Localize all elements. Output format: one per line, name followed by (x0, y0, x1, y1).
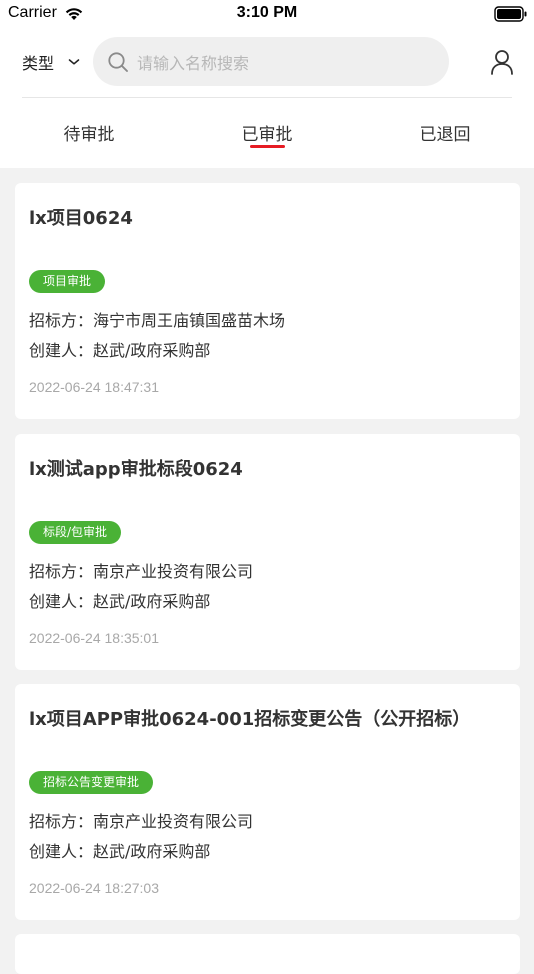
user-icon[interactable] (490, 49, 514, 75)
creator-row: 创建人：赵武/政府采购部 (29, 838, 210, 862)
approval-card-partial[interactable] (15, 934, 520, 974)
type-filter-dropdown[interactable]: 类型 (22, 50, 80, 74)
tenderer-row: 招标方：南京产业投资有限公司 (29, 808, 253, 832)
status-time: 3:10 PM (236, 4, 298, 21)
tenderer-label: 招标方： (29, 562, 94, 581)
tab-pending[interactable]: 待审批 (40, 120, 138, 148)
creator-value: 赵武/政府采购部 (93, 842, 211, 861)
search-input[interactable]: 请输入名称搜索 (93, 37, 449, 86)
creator-label: 创建人： (29, 341, 94, 360)
creator-value: 赵武/政府采购部 (93, 341, 211, 360)
card-title: lx项目0624 (29, 208, 133, 229)
tenderer-label: 招标方： (29, 311, 94, 330)
creator-label: 创建人： (29, 592, 94, 611)
tab-approved[interactable]: 已审批 (218, 120, 316, 148)
type-filter-label: 类型 (22, 54, 55, 73)
header-area: Carrier 3:10 PM 类型 请输入名称搜索 待审批 已审批 已退回 (0, 0, 534, 168)
tenderer-value: 南京产业投资有限公司 (93, 812, 254, 831)
creator-value: 赵武/政府采购部 (93, 592, 211, 611)
creator-row: 创建人：赵武/政府采购部 (29, 337, 210, 361)
approval-card[interactable]: lx项目0624 项目审批 招标方：海宁市周王庙镇国盛苗木场 创建人：赵武/政府… (15, 183, 520, 419)
tenderer-row: 招标方：南京产业投资有限公司 (29, 558, 253, 582)
search-icon (108, 51, 128, 72)
card-timestamp: 2022-06-24 18:47:31 (29, 379, 159, 395)
card-timestamp: 2022-06-24 18:35:01 (29, 630, 159, 646)
header-divider (22, 97, 512, 98)
status-badge: 项目审批 (29, 270, 106, 293)
approval-card[interactable]: lx项目APP审批0624-001招标变更公告（公开招标） 招标公告变更审批 招… (15, 684, 520, 920)
tenderer-row: 招标方：海宁市周王庙镇国盛苗木场 (29, 307, 285, 331)
battery-icon (494, 6, 527, 22)
approval-card[interactable]: lx测试app审批标段0624 标段/包审批 招标方：南京产业投资有限公司 创建… (15, 434, 520, 670)
status-bar: Carrier 3:10 PM (0, 0, 534, 28)
card-timestamp: 2022-06-24 18:27:03 (29, 880, 159, 896)
card-title: lx测试app审批标段0624 (29, 459, 243, 480)
tenderer-label: 招标方： (29, 812, 94, 831)
chevron-down-icon (68, 59, 80, 65)
active-tab-indicator (250, 145, 285, 148)
status-badge: 标段/包审批 (29, 521, 122, 544)
tab-returned[interactable]: 已退回 (396, 120, 494, 148)
card-title: lx项目APP审批0624-001招标变更公告（公开招标） (29, 709, 471, 730)
tenderer-value: 海宁市周王庙镇国盛苗木场 (93, 311, 286, 330)
creator-row: 创建人：赵武/政府采购部 (29, 588, 210, 612)
search-placeholder: 请输入名称搜索 (137, 53, 250, 73)
tenderer-value: 南京产业投资有限公司 (93, 562, 254, 581)
creator-label: 创建人： (29, 842, 94, 861)
status-badge: 招标公告变更审批 (29, 771, 154, 794)
